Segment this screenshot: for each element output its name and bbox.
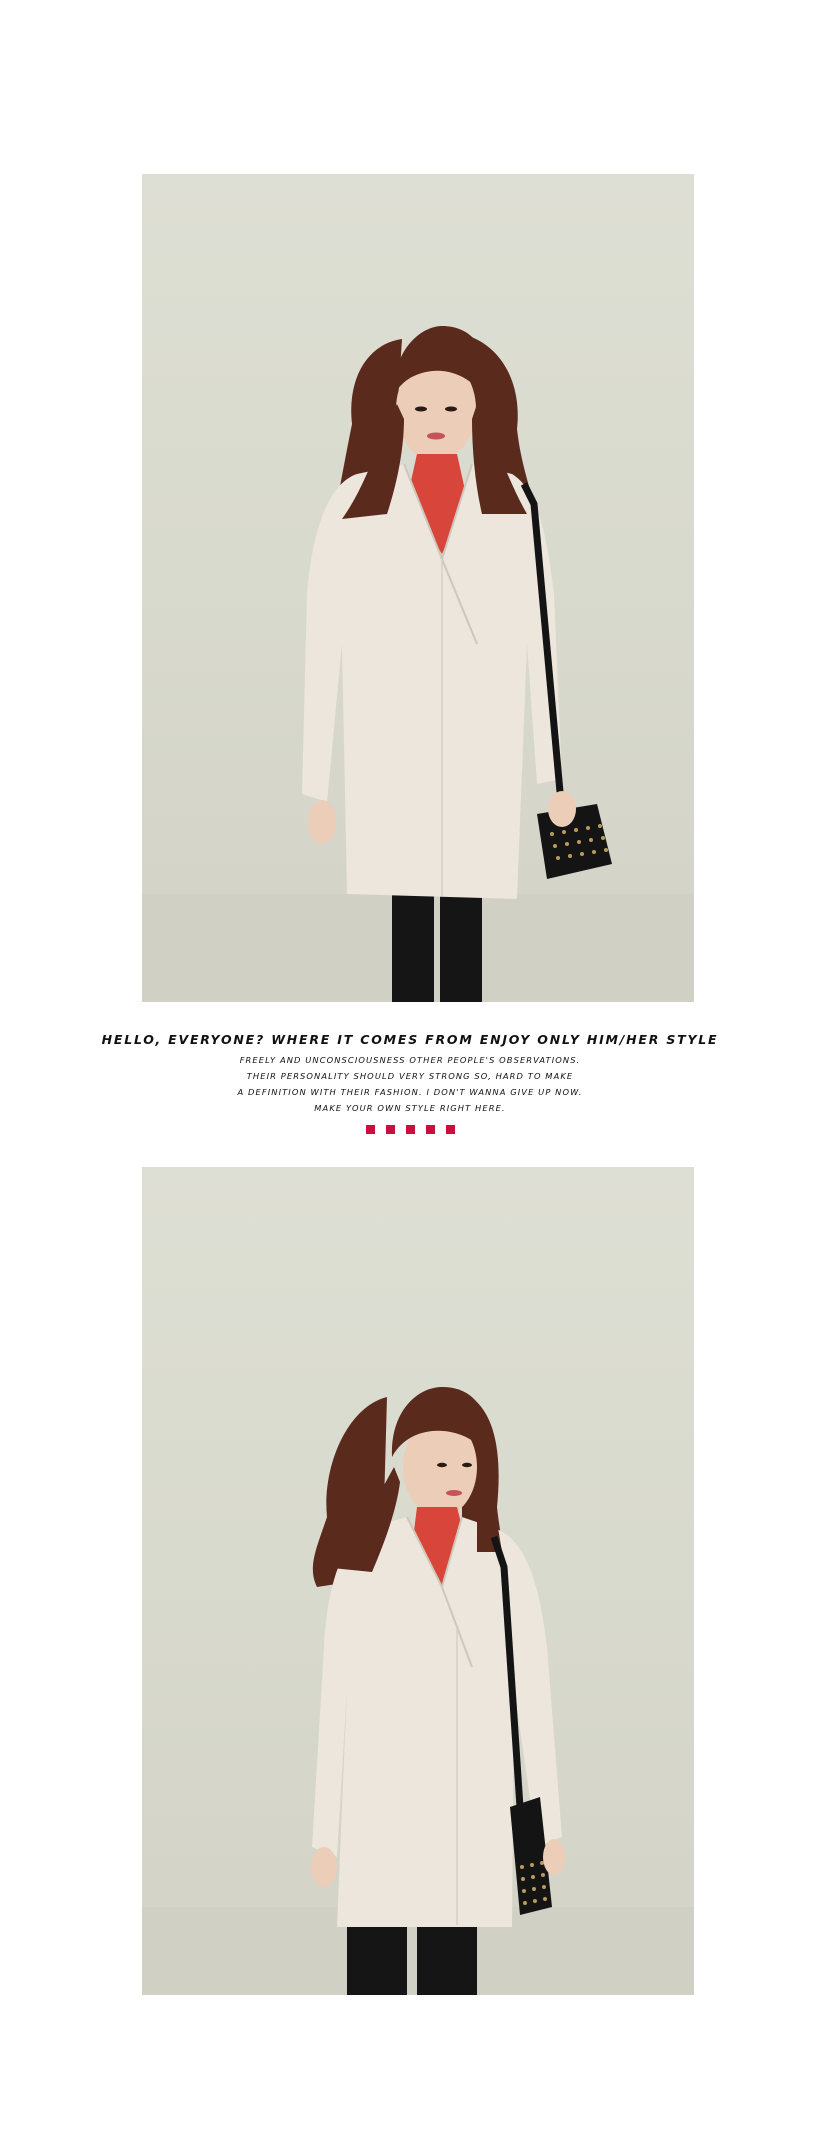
- caption-line: THEIR PERSONALITY SHOULD VERY STRONG SO,…: [246, 1071, 574, 1081]
- caption-block: HELLO, EVERYONE? WHERE IT COMES FROM ENJ…: [0, 1032, 820, 1116]
- divider-square: [405, 1125, 415, 1134]
- product-photo-side: [142, 1167, 694, 1995]
- caption-headline: HELLO, EVERYONE? WHERE IT COMES FROM ENJ…: [101, 1032, 719, 1047]
- divider-squares: [0, 1125, 820, 1134]
- model-photo-front-illustration: [142, 326, 694, 1002]
- divider-square: [445, 1125, 455, 1134]
- divider-square: [365, 1125, 375, 1134]
- caption-line: FREELY AND UNCONSCIOUSNESS OTHER PEOPLE'…: [239, 1055, 581, 1065]
- model-photo-side-illustration: [142, 1387, 694, 1995]
- divider-square: [385, 1125, 395, 1134]
- caption-line: A DEFINITION WITH THEIR FASHION. I DON'T…: [237, 1087, 583, 1097]
- product-photo-front: [142, 174, 694, 1002]
- divider-square: [425, 1125, 435, 1134]
- caption-line: MAKE YOUR OWN STYLE RIGHT HERE.: [314, 1103, 506, 1113]
